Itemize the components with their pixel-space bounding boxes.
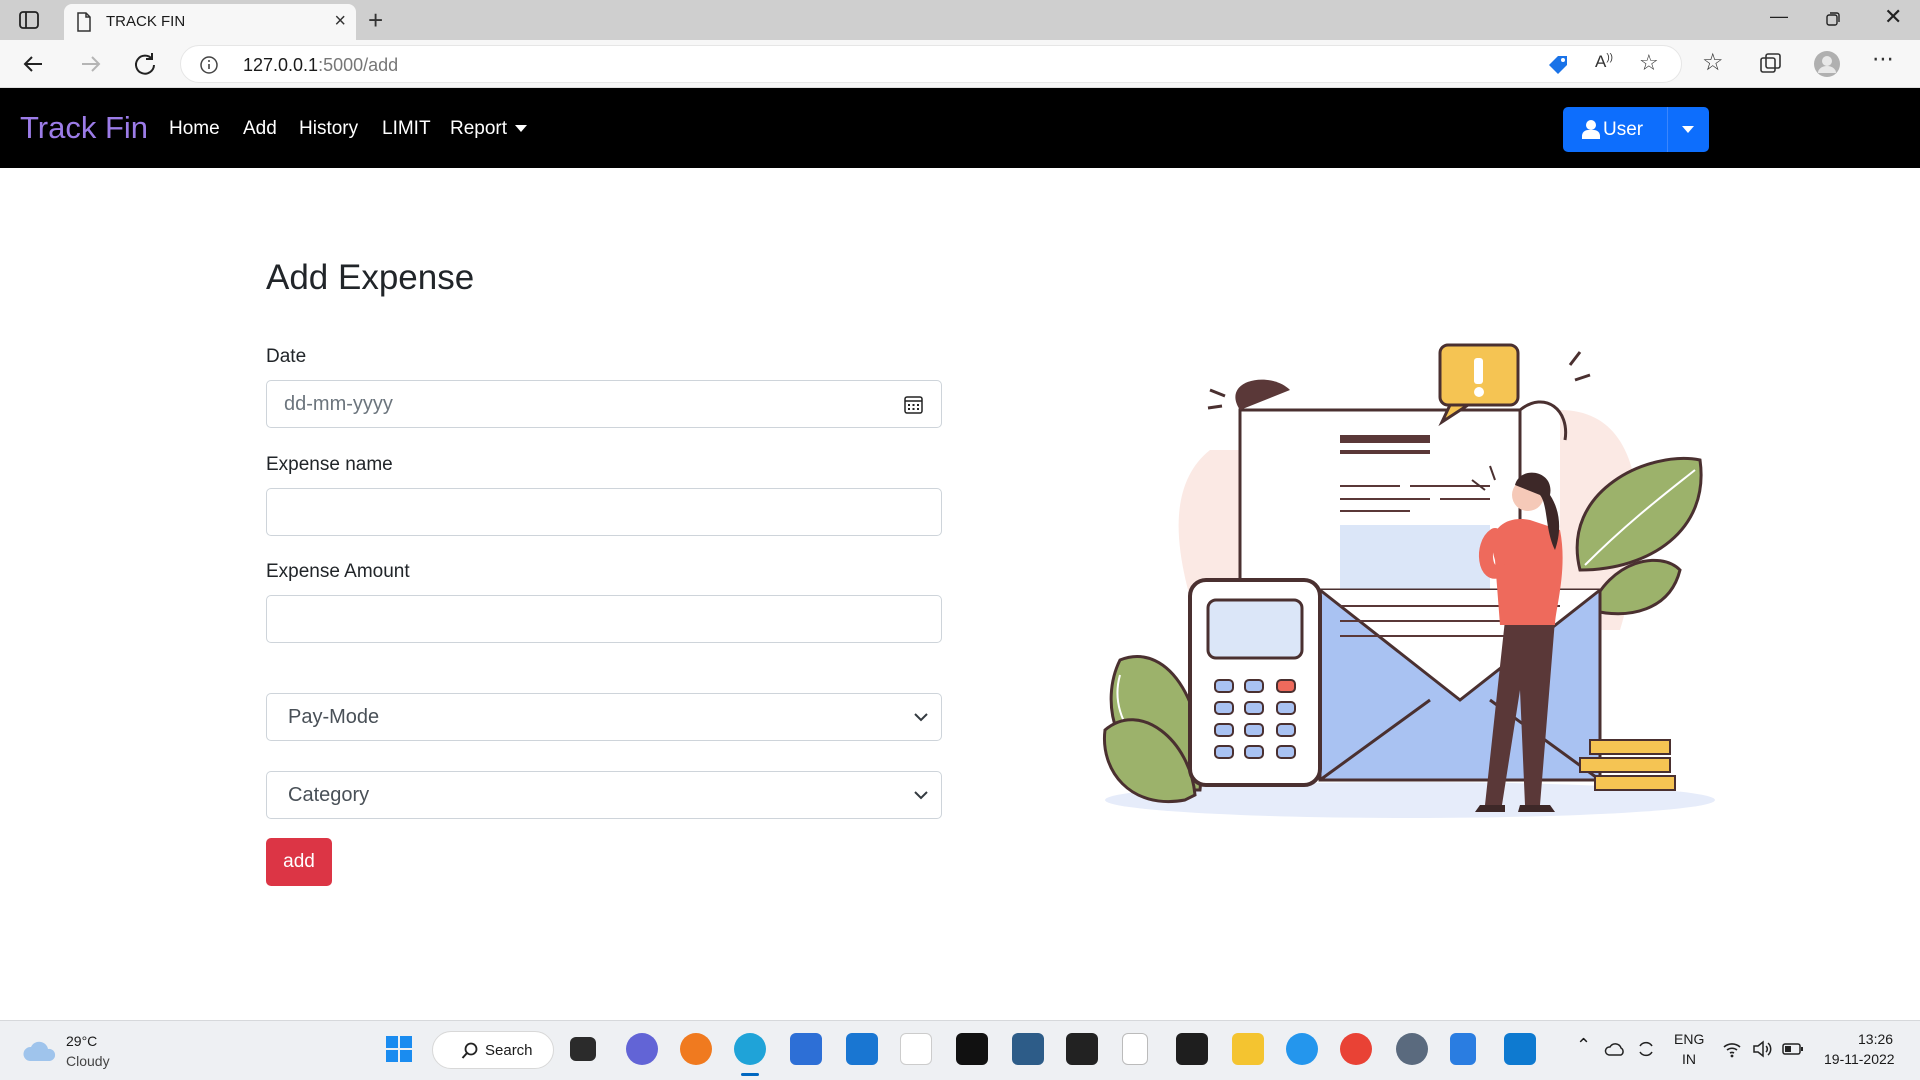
- paymode-selected: Pay-Mode: [288, 706, 380, 728]
- nav-limit[interactable]: LIMIT: [382, 118, 431, 140]
- site-info-icon[interactable]: [199, 55, 219, 75]
- wifi-icon[interactable]: [1722, 1040, 1742, 1058]
- blank-file-icon[interactable]: [1122, 1033, 1148, 1065]
- restore-icon[interactable]: [1826, 12, 1840, 26]
- collections-icon[interactable]: [1758, 51, 1784, 77]
- microsoft-store-icon[interactable]: [790, 1033, 822, 1065]
- add-favorite-icon[interactable]: ☆: [1639, 50, 1665, 76]
- teams-chat-icon[interactable]: [626, 1033, 658, 1065]
- onedrive-cloud-icon[interactable]: [1604, 1041, 1626, 1057]
- user-button[interactable]: User: [1563, 107, 1667, 152]
- read-aloud-icon[interactable]: A)): [1595, 52, 1621, 78]
- taskbar-search[interactable]: Search: [432, 1031, 554, 1069]
- close-window-icon[interactable]: ✕: [1884, 4, 1902, 30]
- battery-icon[interactable]: [1782, 1042, 1804, 1056]
- back-icon[interactable]: [20, 50, 48, 78]
- browser-tab[interactable]: TRACK FIN ×: [64, 4, 356, 40]
- expense-amount-input[interactable]: [266, 595, 942, 643]
- favorites-icon[interactable]: ☆: [1702, 48, 1728, 76]
- tray-overflow-chevron-icon[interactable]: ⌃: [1576, 1035, 1591, 1056]
- amazon-icon[interactable]: [900, 1033, 932, 1065]
- new-tab-icon[interactable]: +: [368, 5, 383, 36]
- forward-icon[interactable]: [76, 50, 104, 78]
- weather-temperature[interactable]: 29°C: [66, 1033, 97, 1049]
- clock-date[interactable]: 19-11-2022: [1824, 1051, 1895, 1067]
- page-title: Add Expense: [266, 258, 475, 297]
- paymode-select[interactable]: Pay-Mode: [266, 693, 942, 741]
- file-explorer-icon[interactable]: [1232, 1033, 1264, 1065]
- nav-add[interactable]: Add: [243, 118, 277, 140]
- category-select[interactable]: Category: [266, 771, 942, 819]
- refresh-icon[interactable]: [131, 50, 159, 78]
- settings-gear-icon[interactable]: [1396, 1033, 1428, 1065]
- weather-cloud-icon[interactable]: [22, 1039, 58, 1063]
- user-button-label: User: [1603, 119, 1644, 140]
- close-tab-icon[interactable]: ×: [334, 10, 346, 33]
- search-label: Search: [485, 1042, 533, 1059]
- chevron-down-icon: [914, 713, 928, 722]
- tab-actions-icon[interactable]: [18, 9, 40, 31]
- firefox-icon[interactable]: [680, 1033, 712, 1065]
- user-icon: [1582, 120, 1600, 139]
- expense-name-label: Expense name: [266, 454, 393, 475]
- chrome-icon[interactable]: [1340, 1033, 1372, 1065]
- dropbox-icon[interactable]: [956, 1033, 988, 1065]
- date-input[interactable]: dd-mm-yyyy: [266, 380, 942, 428]
- user-button-group: User: [1563, 107, 1709, 152]
- more-menu-icon[interactable]: ⋯: [1872, 46, 1898, 72]
- chevron-down-icon: [914, 791, 928, 800]
- expense-illustration: [1102, 343, 1715, 818]
- mysql-workbench-icon[interactable]: [1012, 1033, 1044, 1065]
- mysql-shell-icon[interactable]: [1066, 1033, 1098, 1065]
- calendar-icon[interactable]: [904, 395, 923, 414]
- sync-icon[interactable]: [1636, 1039, 1656, 1059]
- language-region[interactable]: IN: [1682, 1051, 1696, 1067]
- chevron-down-icon: [515, 125, 528, 133]
- address-bar-row: 127.0.0.1:5000/add A)) ☆ ☆ ⋯: [0, 40, 1920, 88]
- tab-title: TRACK FIN: [106, 13, 186, 30]
- edge-icon[interactable]: [734, 1033, 766, 1065]
- app-navbar: Track Fin Home Add History LIMIT Report …: [0, 88, 1920, 168]
- search-icon: [461, 1042, 478, 1059]
- terminal-icon[interactable]: [1176, 1033, 1208, 1065]
- page-icon: [77, 12, 91, 32]
- nav-report-dropdown[interactable]: Report: [450, 118, 528, 140]
- weather-description[interactable]: Cloudy: [66, 1053, 110, 1069]
- active-app-indicator: [741, 1073, 759, 1076]
- language-code[interactable]: ENG: [1674, 1031, 1704, 1047]
- date-placeholder: dd-mm-yyyy: [284, 393, 393, 415]
- date-label: Date: [266, 346, 307, 367]
- notepad-icon[interactable]: [1450, 1033, 1476, 1065]
- browser-tab-strip: TRACK FIN × + — ✕: [0, 0, 1920, 40]
- windows-start-icon[interactable]: [383, 1033, 415, 1065]
- shopping-tag-icon[interactable]: [1545, 52, 1571, 78]
- brand-logo[interactable]: Track Fin: [20, 110, 148, 146]
- vscode-icon[interactable]: [1504, 1033, 1536, 1065]
- mail-icon[interactable]: [846, 1033, 878, 1065]
- chevron-down-icon: [1682, 126, 1694, 133]
- add-expense-button[interactable]: add: [266, 838, 332, 886]
- url-text: 127.0.0.1:5000/add: [243, 55, 398, 76]
- volume-icon[interactable]: [1752, 1040, 1772, 1058]
- expense-amount-label: Expense Amount: [266, 561, 410, 582]
- windows-taskbar: 29°C Cloudy Search ⌃ ENG IN 13:26 19-11-…: [0, 1020, 1920, 1080]
- profile-avatar-icon[interactable]: [1813, 50, 1841, 78]
- expense-name-input[interactable]: [266, 488, 942, 536]
- clock-time[interactable]: 13:26: [1858, 1031, 1893, 1047]
- url-path: :5000/add: [318, 55, 399, 75]
- nav-home[interactable]: Home: [169, 118, 220, 140]
- nav-history[interactable]: History: [299, 118, 358, 140]
- docker-icon[interactable]: [1286, 1033, 1318, 1065]
- category-selected: Category: [288, 784, 370, 806]
- minimize-icon[interactable]: —: [1770, 6, 1788, 27]
- user-dropdown-toggle[interactable]: [1667, 107, 1709, 152]
- nav-report-label: Report: [450, 118, 508, 139]
- url-field[interactable]: 127.0.0.1:5000/add A)) ☆: [180, 45, 1682, 83]
- url-host: 127.0.0.1: [243, 55, 319, 75]
- task-view-icon[interactable]: [570, 1037, 596, 1061]
